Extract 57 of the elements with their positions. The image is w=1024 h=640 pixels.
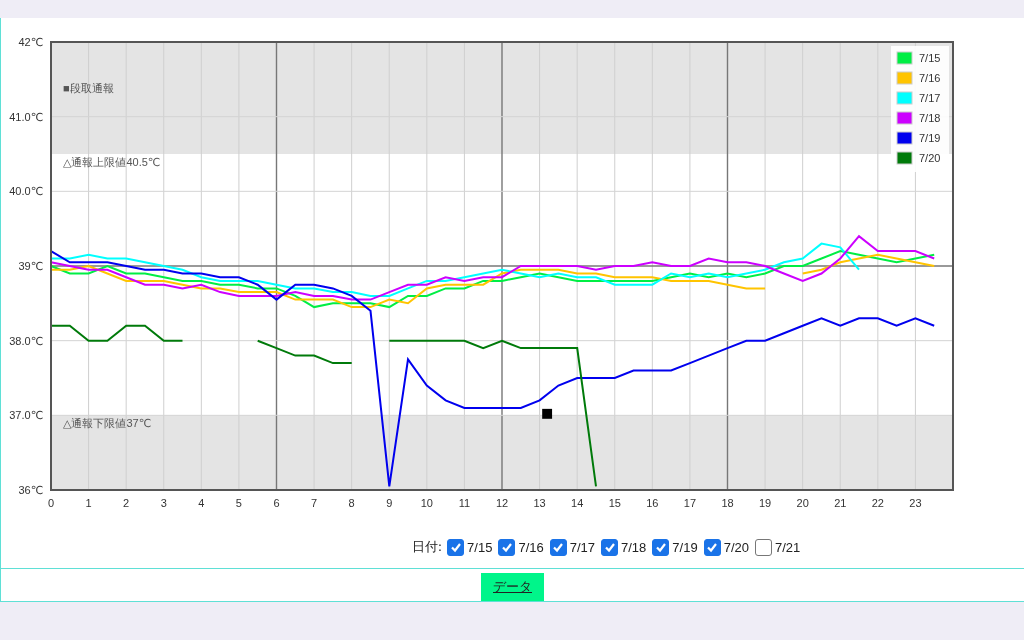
x-tick-label: 11 <box>458 497 471 508</box>
x-tick-label: 9 <box>386 497 393 508</box>
x-tick-label: 13 <box>533 497 546 508</box>
x-tick-label: 5 <box>235 497 242 508</box>
date-label: 7/21 <box>774 539 801 555</box>
x-tick-label: 2 <box>123 497 130 508</box>
x-tick-label: 12 <box>495 497 509 508</box>
date-label: 7/19 <box>672 539 698 555</box>
data-button[interactable]: データ <box>481 573 544 601</box>
x-tick-label: 22 <box>871 497 884 508</box>
date-checkbox[interactable] <box>601 538 619 556</box>
x-tick-label: 4 <box>198 497 205 508</box>
x-tick-label: 21 <box>834 497 847 508</box>
y-tick-label: 42℃ <box>18 36 43 48</box>
point-marker: ■ <box>540 404 554 420</box>
date-checkbox[interactable] <box>498 538 516 556</box>
date-label: 7/16 <box>518 539 544 555</box>
date-label: 7/20 <box>723 539 749 555</box>
y-tick-label: 37.0℃ <box>9 409 43 422</box>
date-checkbox[interactable] <box>549 538 567 556</box>
threshold-label: △通報上限値40.5℃ <box>63 156 161 168</box>
filter-label: 日付: <box>411 538 443 556</box>
threshold-label: ■段取通報 <box>63 82 114 94</box>
threshold-label: △通報下限値37℃ <box>63 417 152 430</box>
x-tick-label: 14 <box>571 497 584 508</box>
legend-label: 7/16 <box>919 72 941 84</box>
legend-label: 7/15 <box>919 52 941 64</box>
x-tick-label: 3 <box>160 497 167 508</box>
y-tick-label: 40.0℃ <box>9 185 43 198</box>
x-tick-label: 6 <box>273 497 280 508</box>
x-tick-label: 19 <box>758 497 772 508</box>
x-tick-label: 23 <box>909 497 922 508</box>
x-tick-label: 17 <box>683 497 697 508</box>
x-tick-label: 18 <box>721 497 734 508</box>
x-tick-label: 1 <box>85 497 92 508</box>
x-tick-label: 0 <box>47 497 55 508</box>
legend-label: 7/19 <box>919 132 941 144</box>
legend-label: 7/17 <box>919 92 941 104</box>
date-checkbox[interactable] <box>652 538 670 556</box>
x-tick-label: 7 <box>311 497 318 508</box>
y-tick-label: 38.0℃ <box>9 334 43 347</box>
x-tick-label: 20 <box>796 497 809 508</box>
legend-label: 7/20 <box>919 152 941 164</box>
date-checkbox[interactable] <box>703 538 721 556</box>
y-tick-label: 41.0℃ <box>9 110 43 123</box>
x-tick-label: 16 <box>646 497 659 508</box>
x-tick-label: 10 <box>420 497 433 508</box>
date-checkbox[interactable] <box>447 538 465 556</box>
date-label: 7/17 <box>569 539 596 555</box>
legend-label: 7/18 <box>919 112 941 124</box>
date-label: 7/15 <box>467 539 493 555</box>
date-label: 7/18 <box>621 539 647 555</box>
date-checkbox[interactable] <box>754 538 772 556</box>
y-tick-label: 39℃ <box>18 260 43 272</box>
y-tick-label: 36℃ <box>18 484 43 496</box>
x-tick-label: 15 <box>608 497 621 508</box>
x-tick-label: 8 <box>348 497 355 508</box>
